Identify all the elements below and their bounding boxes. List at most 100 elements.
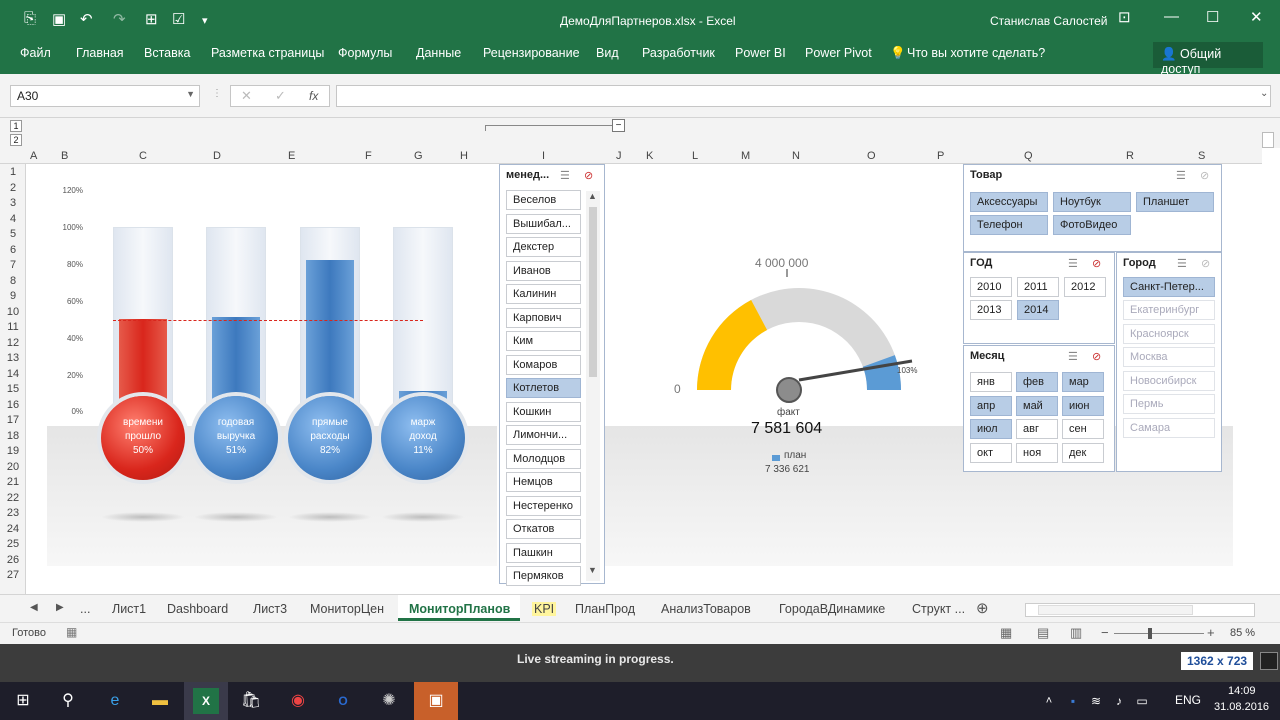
input-language[interactable]: ENG	[1175, 693, 1201, 707]
tab-power-bi[interactable]: Power BI	[735, 46, 786, 60]
manager-item[interactable]: Ким	[506, 331, 581, 351]
clear-filter-icon[interactable]: ⊘	[584, 169, 593, 182]
ribbon-display-icon[interactable]: ⊡	[1118, 8, 1131, 26]
manager-item[interactable]: Карпович	[506, 307, 581, 328]
tab-formulas[interactable]: Формулы	[338, 46, 392, 60]
close-icon[interactable]: ✕	[1250, 8, 1263, 26]
undo-icon[interactable]: ↶	[80, 10, 93, 28]
year-item[interactable]: 2011	[1017, 277, 1059, 297]
chrome-icon[interactable]: ◉	[285, 688, 311, 714]
row-header[interactable]: 2	[0, 182, 26, 194]
row-header[interactable]: 1	[0, 166, 26, 178]
product-item[interactable]: ФотоВидео	[1053, 215, 1131, 235]
month-item[interactable]: дек	[1062, 442, 1104, 463]
slicer-scrollbar[interactable]: ▲ ▼	[586, 191, 600, 581]
normal-view-icon[interactable]: ▦	[1000, 625, 1012, 641]
screen-recorder-active[interactable]: ▣	[414, 682, 458, 720]
macro-record-icon[interactable]: ▦	[66, 625, 77, 639]
outline-level-2[interactable]: 2	[10, 134, 22, 146]
multi-select-icon[interactable]: ☰	[560, 169, 570, 182]
clear-filter-icon[interactable]: ⊘	[1092, 350, 1101, 363]
month-item[interactable]: июн	[1062, 395, 1104, 416]
year-item[interactable]: 2013	[970, 300, 1012, 320]
add-sheet-icon[interactable]: ⊕	[976, 599, 989, 617]
row-header[interactable]: 26	[0, 554, 26, 566]
save-icon[interactable]: ▣	[52, 10, 66, 28]
prev-sheet-icon[interactable]: ◀	[30, 602, 38, 613]
row-header[interactable]: 11	[0, 321, 26, 333]
month-item[interactable]: ноя	[1016, 442, 1058, 463]
year-item[interactable]: 2010	[970, 277, 1012, 297]
chevron-down-icon[interactable]: ▼	[588, 565, 597, 575]
city-item[interactable]: Самара	[1123, 418, 1215, 438]
tray-expand-icon[interactable]: ˄	[1036, 688, 1062, 714]
row-header[interactable]: 12	[0, 337, 26, 349]
tab-insert[interactable]: Вставка	[144, 46, 190, 60]
month-item[interactable]: сен	[1062, 419, 1104, 439]
tab-view[interactable]: Вид	[596, 46, 619, 60]
tab-review[interactable]: Рецензирование	[483, 46, 580, 60]
row-header[interactable]: 13	[0, 352, 26, 364]
multi-select-icon[interactable]: ☰	[1177, 257, 1187, 270]
user-name[interactable]: Станислав Салостей	[990, 14, 1107, 28]
formula-input[interactable]	[336, 85, 1271, 107]
row-header[interactable]: 20	[0, 461, 26, 473]
minimize-icon[interactable]: —	[1164, 8, 1179, 25]
column-header[interactable]: M	[741, 150, 750, 162]
form-icon[interactable]: ⊞	[145, 10, 158, 28]
check-icon[interactable]: ☑	[172, 10, 185, 28]
month-item[interactable]: фев	[1016, 372, 1058, 392]
search-icon[interactable]: ⚲	[55, 688, 81, 714]
clear-filter-icon[interactable]: ⊘	[1201, 257, 1210, 270]
tab-home[interactable]: Главная	[76, 46, 124, 60]
row-header[interactable]: 16	[0, 399, 26, 411]
zoom-in-icon[interactable]: +	[1207, 625, 1215, 640]
column-header[interactable]: Q	[1024, 150, 1033, 162]
row-header[interactable]: 24	[0, 523, 26, 535]
product-item[interactable]: Телефон	[970, 215, 1048, 235]
city-item[interactable]: Екатеринбург	[1123, 300, 1215, 320]
chevron-up-icon[interactable]: ▲	[588, 191, 597, 201]
page-layout-icon[interactable]: ▤	[1037, 625, 1049, 641]
tab-page-layout[interactable]: Разметка страницы	[211, 46, 324, 60]
cancel-icon[interactable]: ✕	[241, 88, 252, 104]
tab-more-left[interactable]: ...	[80, 602, 90, 616]
column-header[interactable]: B	[61, 150, 68, 162]
manager-item[interactable]: Откатов	[506, 519, 581, 539]
sheet-tab-active[interactable]: МониторПланов	[398, 595, 520, 621]
column-header[interactable]: A	[30, 150, 37, 162]
clock-time[interactable]: 14:09	[1228, 685, 1256, 697]
enter-icon[interactable]: ✓	[275, 88, 286, 104]
manager-item[interactable]: Кошкин	[506, 401, 581, 422]
row-header[interactable]: 23	[0, 507, 26, 519]
scroll-thumb[interactable]	[1038, 605, 1193, 615]
row-header[interactable]: 22	[0, 492, 26, 504]
sheet-tab[interactable]: Лист3	[253, 602, 287, 616]
clock-date[interactable]: 31.08.2016	[1214, 701, 1269, 713]
product-item[interactable]: Аксессуары	[970, 192, 1048, 212]
autosave-icon[interactable]: ⎘	[24, 10, 36, 27]
column-header[interactable]: H	[460, 150, 468, 162]
scroll-box[interactable]	[1262, 132, 1274, 148]
column-header[interactable]: L	[692, 150, 698, 162]
tab-data[interactable]: Данные	[416, 46, 461, 60]
row-header[interactable]: 18	[0, 430, 26, 442]
zoom-level[interactable]: 85 %	[1230, 627, 1255, 639]
year-item[interactable]: 2012	[1064, 277, 1106, 297]
manager-item[interactable]: Котлетов	[506, 378, 581, 398]
column-header[interactable]: E	[288, 150, 295, 162]
sheet-tab[interactable]: АнализТоваров	[661, 602, 751, 616]
manager-item[interactable]: Вышибал...	[506, 213, 581, 234]
manager-item[interactable]: Пашкин	[506, 542, 581, 563]
multi-select-icon[interactable]: ☰	[1176, 169, 1186, 182]
zoom-out-icon[interactable]: −	[1101, 625, 1109, 640]
row-header[interactable]: 8	[0, 275, 26, 287]
sheet-tab[interactable]: KPI	[532, 602, 557, 616]
sheet-tab[interactable]: Dashboard	[167, 602, 228, 616]
multi-select-icon[interactable]: ☰	[1068, 257, 1078, 270]
page-break-icon[interactable]: ▥	[1070, 625, 1082, 641]
tab-developer[interactable]: Разработчик	[642, 46, 715, 60]
manager-item[interactable]: Комаров	[506, 354, 581, 375]
row-header[interactable]: 10	[0, 306, 26, 318]
row-header[interactable]: 4	[0, 213, 26, 225]
